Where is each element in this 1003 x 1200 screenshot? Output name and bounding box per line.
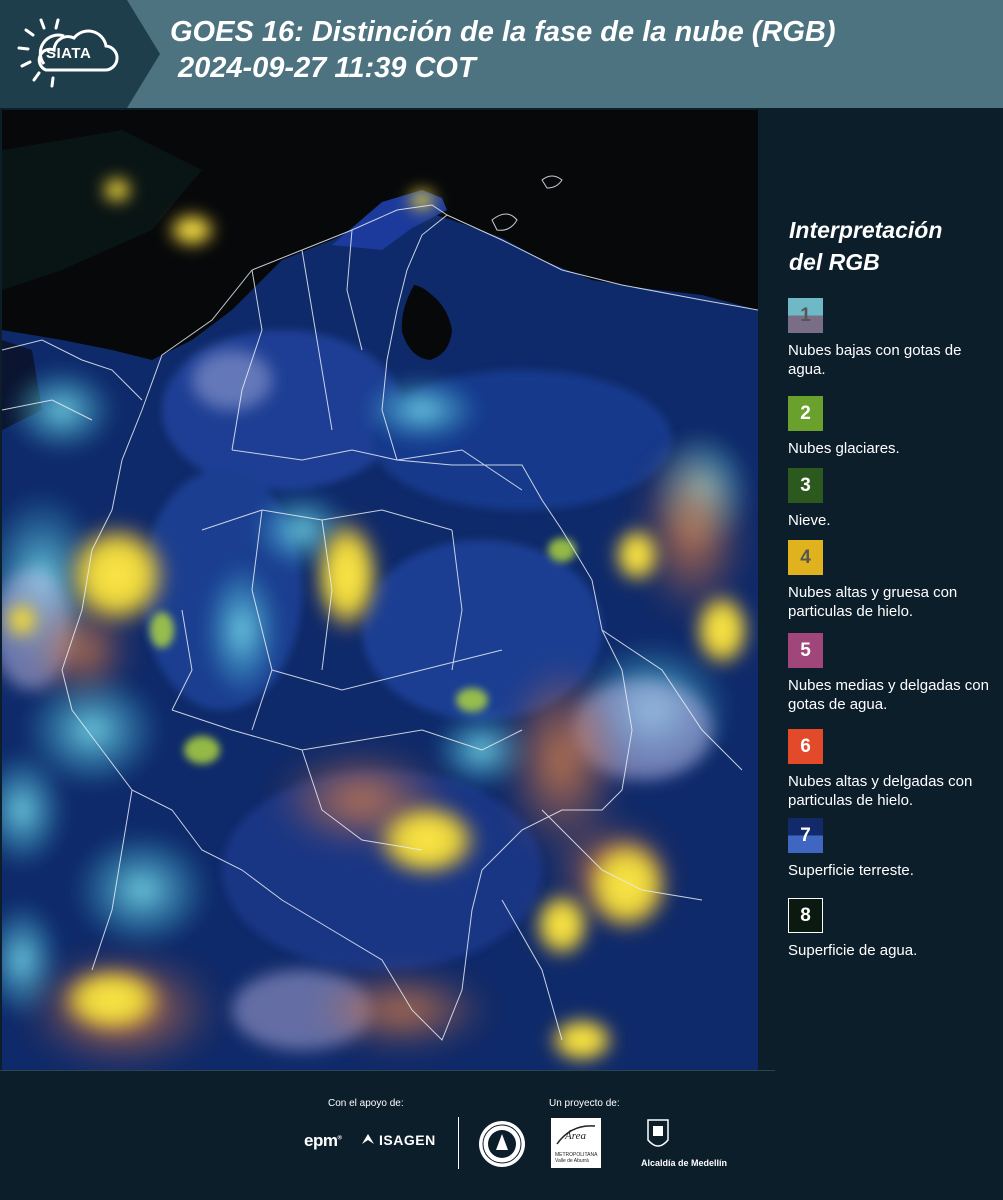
legend-swatch-number: 1 (800, 304, 811, 326)
legend-item: 5 Nubes medias y delgadas con gotas de ag… (788, 633, 998, 714)
legend-item: 2 Nubes glaciares. (788, 396, 998, 458)
legend-swatch-number: 8 (800, 904, 811, 926)
legend-swatch-number: 5 (800, 639, 811, 661)
legend-swatch: 7 (788, 818, 823, 853)
legend-swatch: 1 (788, 298, 823, 333)
legend-label: Nieve. (788, 512, 831, 529)
legend-title: Interpretación del RGB (789, 214, 989, 278)
satellite-rgb-image (2, 110, 758, 1070)
legend-swatch-number: 2 (800, 402, 811, 424)
legend-label: Nubes bajas con gotas de agua. (788, 342, 962, 378)
isagen-icon (362, 1134, 374, 1144)
footer-divider (0, 1070, 775, 1071)
title-line-2: 2024-09-27 11:39 COT (178, 52, 476, 84)
legend-item: 6 Nubes altas y delgadas con particulas d… (788, 729, 998, 810)
legend-item: 8 Superficie de agua. (788, 898, 998, 960)
isagen-logo: ISAGEN (360, 1132, 436, 1148)
amva-line-3: Valle de Aburrá (555, 1158, 589, 1164)
legend-swatch: 6 (788, 729, 823, 764)
legend-item: 4 Nubes altas y gruesa con particulas de … (788, 540, 998, 621)
legend-title-line-1: Interpretación (789, 217, 943, 243)
legend-swatch: 5 (788, 633, 823, 668)
footer: Con el apoyo de: Un proyecto de: epm® IS… (0, 1070, 1003, 1200)
legend-item: 1 Nubes bajas con gotas de agua. (788, 298, 998, 379)
legend-swatch-number: 6 (800, 735, 811, 757)
legend-label: Superficie de agua. (788, 942, 918, 959)
siata-logo: SIATA (0, 0, 160, 108)
legend-label: Nubes altas y delgadas con particulas de… (788, 773, 973, 809)
amva-title: Área (565, 1130, 586, 1142)
header-bar: SIATA GOES 16: Distinción de la fase de … (0, 0, 1003, 108)
title-line-1: GOES 16: Distinción de la fase de la nub… (170, 16, 836, 48)
footer-vertical-divider (458, 1117, 459, 1169)
legend-label: Nubes medias y delgadas con gotas de agu… (788, 677, 989, 713)
legend-swatch: 8 (788, 898, 823, 933)
university-seal-icon (479, 1121, 525, 1167)
epm-logo: epm® (304, 1131, 342, 1150)
legend-swatch: 3 (788, 468, 823, 503)
legend-swatch-number: 3 (800, 474, 811, 496)
legend-swatch: 4 (788, 540, 823, 575)
legend-title-line-2: del RGB (789, 249, 880, 275)
amva-subtitle: METROPOLITANA Valle de Aburrá (555, 1152, 597, 1164)
satellite-map (2, 110, 758, 1070)
medellin-label: Alcaldía de Medellín (641, 1158, 728, 1168)
legend-swatch-number: 7 (800, 824, 811, 846)
medellin-shield-icon (647, 1119, 669, 1147)
page-title: GOES 16: Distinción de la fase de la nub… (170, 14, 836, 86)
legend-label: Superficie terreste. (788, 862, 914, 879)
epm-logo-text: epm (304, 1131, 338, 1150)
legend-swatch: 2 (788, 396, 823, 431)
legend-item: 3 Nieve. (788, 468, 998, 530)
legend-label: Nubes altas y gruesa con particulas de h… (788, 584, 958, 620)
project-label: Un proyecto de: (549, 1098, 620, 1109)
legend-item: 7 Superficie terreste. (788, 818, 998, 880)
logo-label: SIATA (46, 45, 92, 62)
legend-swatch-number: 4 (800, 546, 811, 568)
legend-label: Nubes glaciares. (788, 440, 900, 457)
area-metropolitana-logo: Área METROPOLITANA Valle de Aburrá (551, 1118, 601, 1168)
isagen-logo-text: ISAGEN (379, 1132, 436, 1148)
support-label: Con el apoyo de: (328, 1098, 404, 1109)
